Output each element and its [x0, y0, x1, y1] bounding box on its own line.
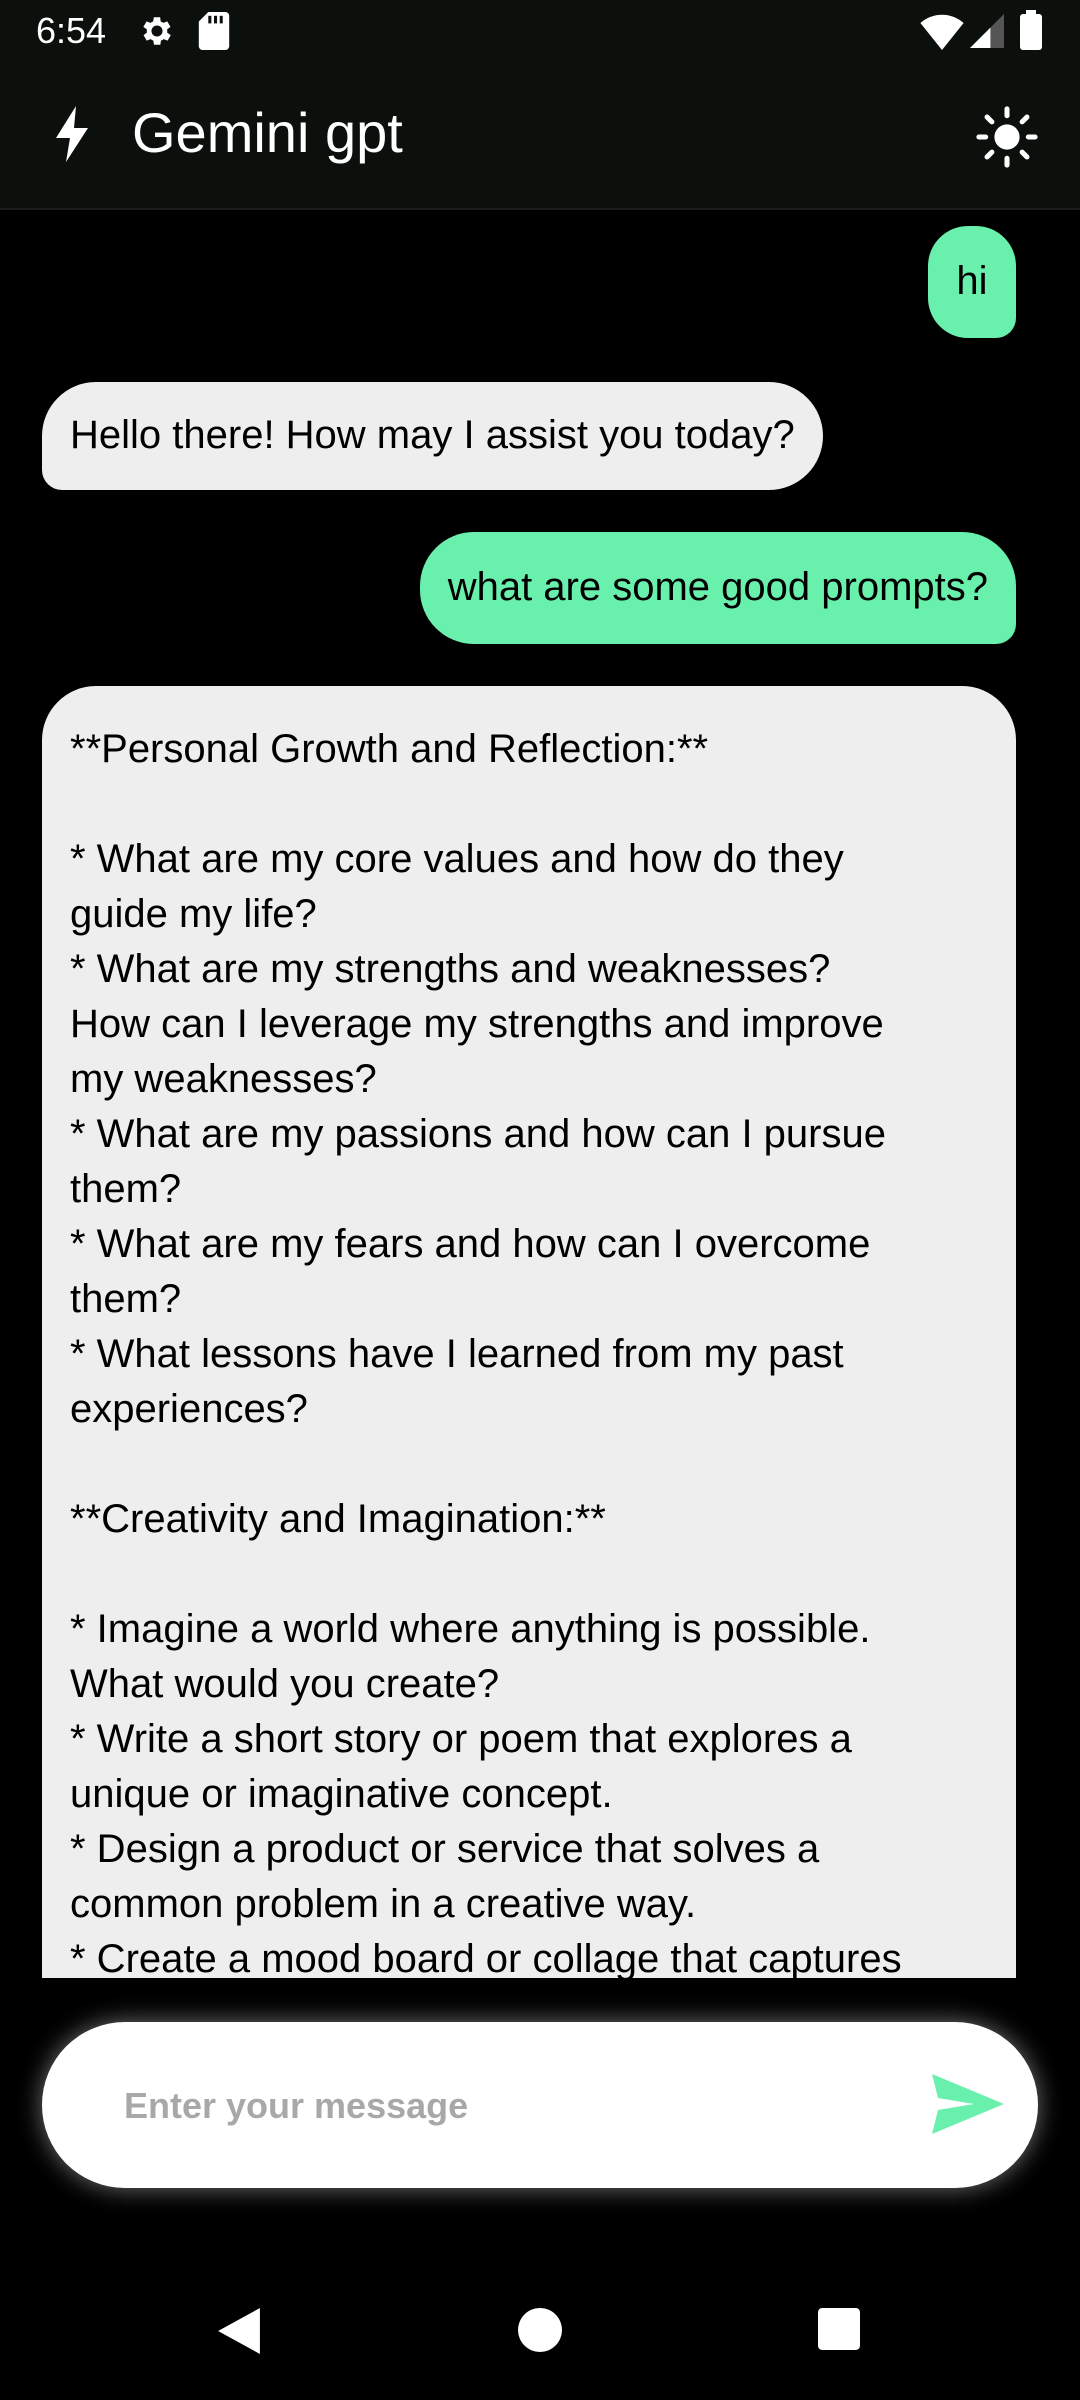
status-bar: 6:54: [0, 0, 1080, 64]
bot-message: **Personal Growth and Reflection:** * Wh…: [42, 686, 1016, 1978]
app-bar: Gemini gpt: [0, 64, 1080, 210]
bolt-icon: [52, 106, 92, 167]
chat-list[interactable]: hi Hello there! How may I assist you tod…: [0, 210, 1080, 1978]
bot-message: Hello there! How may I assist you today?: [42, 382, 823, 490]
send-icon[interactable]: [932, 2074, 1004, 2139]
system-nav-bar: [0, 2280, 1080, 2400]
status-time: 6:54: [36, 10, 107, 51]
user-message: hi: [928, 226, 1016, 338]
signal-icon: [970, 14, 1004, 53]
message-composer: [42, 2022, 1038, 2190]
battery-icon: [1020, 10, 1042, 55]
sun-theme-icon[interactable]: [976, 106, 1038, 173]
wifi-icon: [920, 14, 964, 55]
user-message: what are some good prompts?: [419, 532, 1016, 644]
home-icon[interactable]: [518, 2308, 562, 2357]
gear-icon: [138, 12, 176, 55]
app-title: Gemini gpt: [132, 101, 403, 164]
sd-card-icon: [198, 12, 230, 55]
recents-icon[interactable]: [818, 2308, 860, 2355]
message-input[interactable]: [122, 2022, 906, 2190]
back-icon[interactable]: [218, 2308, 260, 2359]
